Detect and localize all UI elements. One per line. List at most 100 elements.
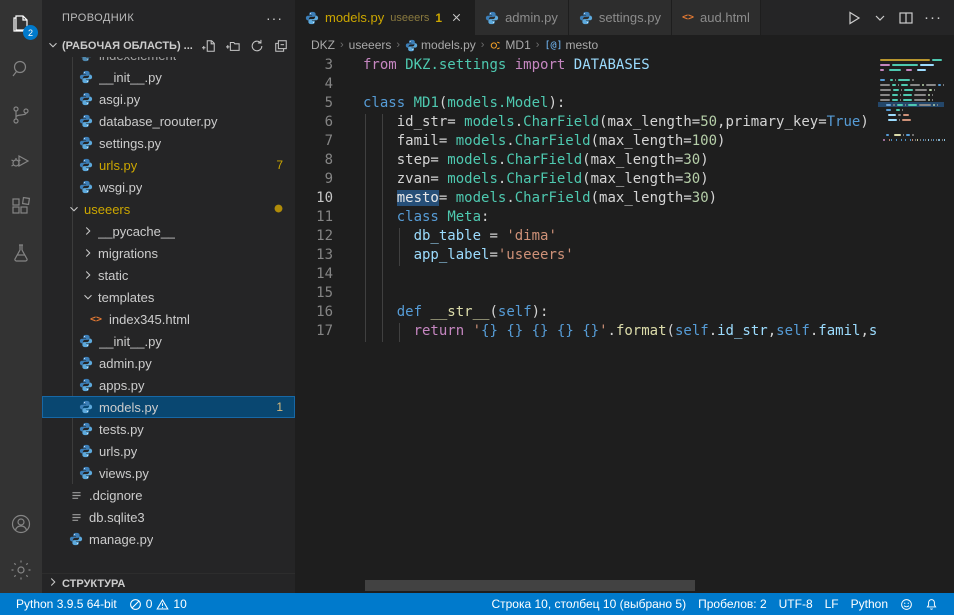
code-line-text: from DKZ.settings import DATABASES xyxy=(345,57,878,76)
indent-guide xyxy=(365,114,366,133)
tree-item-models-py[interactable]: models.py1 xyxy=(42,396,295,418)
status-cursor-position[interactable]: Строка 10, столбец 10 (выбрано 5) xyxy=(485,593,692,615)
tree-item--init-py[interactable]: __init__.py xyxy=(42,66,295,88)
tree-item-tests-py[interactable]: tests.py xyxy=(42,418,295,440)
tree-item-useeers[interactable]: useeers xyxy=(42,198,295,220)
code-editor[interactable]: 3from DKZ.settings import DATABASES45cla… xyxy=(295,55,954,593)
tree-item-views-py[interactable]: views.py xyxy=(42,462,295,484)
status-text: Python xyxy=(851,597,888,611)
line-number: 17 xyxy=(295,323,345,342)
new-folder-icon[interactable] xyxy=(225,38,241,54)
sidebar-header: ПРОВОДНИК ··· xyxy=(42,0,295,35)
tree-item-manage-py[interactable]: manage.py xyxy=(42,528,295,550)
activity-search-button[interactable] xyxy=(0,46,42,92)
tree-item-database-roouter-py[interactable]: database_roouter.py xyxy=(42,110,295,132)
status-problems[interactable]: 010 xyxy=(123,593,193,615)
tree-item--pycache-[interactable]: __pycache__ xyxy=(42,220,295,242)
breadcrumb-label: mesto xyxy=(566,38,599,52)
status-encoding[interactable]: UTF-8 xyxy=(773,593,819,615)
tree-item-asgi-py[interactable]: asgi.py xyxy=(42,88,295,110)
python-file-icon xyxy=(78,333,94,349)
status-interpreter[interactable]: Python 3.9.5 64-bit xyxy=(10,593,123,615)
activity-run-debug-button[interactable] xyxy=(0,138,42,184)
breadcrumb-item-md1[interactable]: MD1 xyxy=(489,38,530,52)
indent-guide xyxy=(382,323,383,342)
status-indentation[interactable]: Пробелов: 2 xyxy=(692,593,773,615)
run-dropdown-button[interactable] xyxy=(872,10,888,26)
tree-item-db-sqlite3[interactable]: db.sqlite3 xyxy=(42,506,295,528)
tree-item-label: admin.py xyxy=(99,356,152,371)
status-notifications[interactable] xyxy=(919,593,944,615)
tree-item--init-py[interactable]: __init__.py xyxy=(42,330,295,352)
tab-models-py[interactable]: models.pyuseeers1 xyxy=(295,0,475,35)
status-bar-left: Python 3.9.5 64-bit010 xyxy=(10,593,193,615)
line-number: 13 xyxy=(295,247,345,266)
line-number: 4 xyxy=(295,76,345,95)
tab-admin-py[interactable]: admin.py xyxy=(475,0,569,35)
indent-guide xyxy=(399,247,400,266)
tree-item-label: database_roouter.py xyxy=(99,114,218,129)
tree-item-templates[interactable]: templates xyxy=(42,286,295,308)
code-line: 9 zvan= models.CharField(max_length=30) xyxy=(295,171,878,190)
breadcrumb-separator: › xyxy=(481,39,485,51)
chevron-right-icon xyxy=(80,245,96,261)
code-line-text: id_str= models.CharField(max_length=50,p… xyxy=(345,114,878,133)
workspace-section-header[interactable]: (РАБОЧАЯ ОБЛАСТЬ) ... xyxy=(42,35,295,57)
tree-item-urls-py[interactable]: urls.py7 xyxy=(42,154,295,176)
code-line: 17 return '{} {} {} {} {}'.format(self.i… xyxy=(295,323,878,342)
minimap[interactable] xyxy=(878,57,944,593)
new-file-icon[interactable] xyxy=(201,38,217,54)
activity-source-control-button[interactable] xyxy=(0,92,42,138)
refresh-icon[interactable] xyxy=(249,38,265,54)
problems-badge: 1 xyxy=(276,400,283,414)
tree-item-urls-py[interactable]: urls.py xyxy=(42,440,295,462)
activity-settings-button[interactable] xyxy=(0,547,42,593)
main-area: 2 ПРОВОДНИК ··· (РАБОЧАЯ ОБЛАСТЬ) ... in… xyxy=(0,0,954,593)
activity-testing-button[interactable] xyxy=(0,230,42,276)
tab-aud-html[interactable]: <>aud.html xyxy=(672,0,761,35)
activity-explorer-button[interactable]: 2 xyxy=(0,0,42,46)
split-editor-button[interactable] xyxy=(898,10,914,26)
code-line: 16 def __str__(self): xyxy=(295,304,878,323)
tab-label: models.py xyxy=(325,10,384,25)
status-feedback[interactable] xyxy=(894,593,919,615)
activity-account-button[interactable] xyxy=(0,501,42,547)
status-language-mode[interactable]: Python xyxy=(845,593,894,615)
tab-settings-py[interactable]: settings.py xyxy=(569,0,672,35)
breadcrumb-item-dkz[interactable]: DKZ xyxy=(311,38,335,52)
vertical-scrollbar[interactable] xyxy=(944,55,954,593)
tree-item-wsgi-py[interactable]: wsgi.py xyxy=(42,176,295,198)
file-file-icon xyxy=(68,509,84,525)
python-file-icon xyxy=(78,57,94,63)
tree-item-apps-py[interactable]: apps.py xyxy=(42,374,295,396)
more-actions-icon[interactable]: ··· xyxy=(266,10,283,26)
close-icon[interactable] xyxy=(448,10,464,26)
tree-item-migrations[interactable]: migrations xyxy=(42,242,295,264)
collapse-all-icon[interactable] xyxy=(273,38,289,54)
activity-extensions-button[interactable] xyxy=(0,184,42,230)
code-line-text: mesto= models.CharField(max_length=30) xyxy=(345,190,878,209)
run-button[interactable] xyxy=(846,10,862,26)
code-line-text: step= models.CharField(max_length=30) xyxy=(345,152,878,171)
tree-item-static[interactable]: static xyxy=(42,264,295,286)
breadcrumb-item-models.py[interactable]: models.py xyxy=(405,38,476,52)
tree-item-index345-html[interactable]: <>index345.html xyxy=(42,308,295,330)
python-file-icon xyxy=(78,399,94,415)
tab-problems-badge: 1 xyxy=(435,11,442,25)
tree-item-indexelement[interactable]: indexelement xyxy=(42,57,295,66)
chevron-right-icon xyxy=(80,223,96,239)
outline-section-header[interactable]: СТРУКТУРА xyxy=(42,573,295,593)
breadcrumb-item-useeers[interactable]: useeers xyxy=(349,38,392,52)
more-actions-button[interactable]: ··· xyxy=(924,9,942,26)
vscode-window: 2 ПРОВОДНИК ··· (РАБОЧАЯ ОБЛАСТЬ) ... in… xyxy=(0,0,954,615)
status-eol[interactable]: LF xyxy=(819,593,845,615)
breadcrumb-item-mesto[interactable]: [@]mesto xyxy=(544,38,598,52)
tree-item-settings-py[interactable]: settings.py xyxy=(42,132,295,154)
indent-guide xyxy=(365,209,366,228)
horizontal-scrollbar-thumb[interactable] xyxy=(365,580,695,591)
tree-item-label: index345.html xyxy=(109,312,190,327)
indent-guide xyxy=(399,323,400,342)
tree-item--dcignore[interactable]: .dcignore xyxy=(42,484,295,506)
tree-item-admin-py[interactable]: admin.py xyxy=(42,352,295,374)
code-lines: 3from DKZ.settings import DATABASES45cla… xyxy=(295,57,878,593)
